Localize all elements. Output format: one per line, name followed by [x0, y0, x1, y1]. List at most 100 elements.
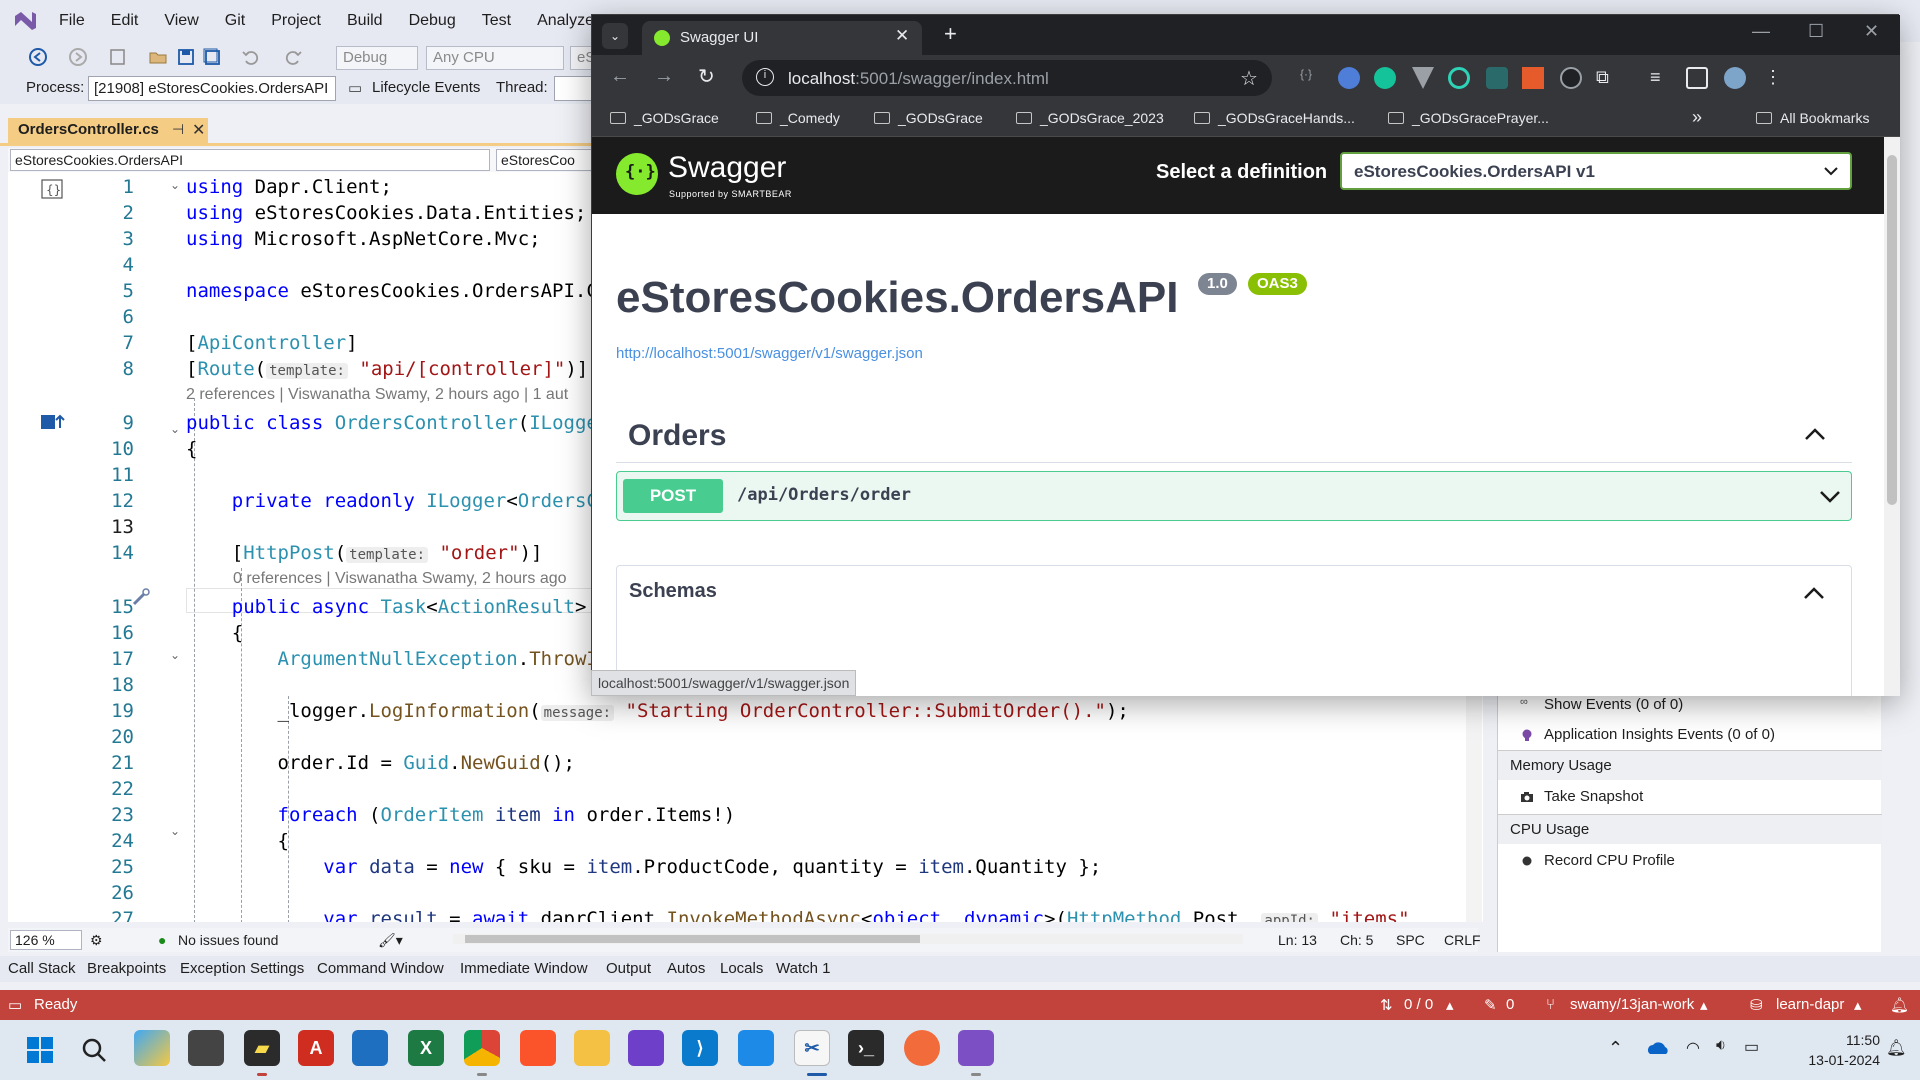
- postman-app-icon[interactable]: [904, 1030, 940, 1066]
- github-desktop-app-icon[interactable]: [628, 1030, 664, 1066]
- visual-studio-app-icon[interactable]: [958, 1030, 994, 1066]
- chevron-up-icon[interactable]: ▴: [1854, 996, 1862, 1014]
- code-lens[interactable]: 0 references | Viswanatha Swamy, 2 hours…: [233, 570, 567, 588]
- save-icon[interactable]: [176, 47, 196, 67]
- editor-tab-orderscontroller[interactable]: OrdersController.cs ⊣ ✕: [8, 118, 208, 143]
- menu-edit[interactable]: Edit: [98, 12, 152, 30]
- lifecycle-events-icon[interactable]: ▭: [348, 79, 362, 97]
- excel-app-icon[interactable]: X: [408, 1030, 444, 1066]
- media-controls-icon[interactable]: ≡: [1650, 67, 1672, 89]
- no-issues-icon[interactable]: ●: [158, 932, 166, 948]
- code-line[interactable]: using eStoresCookies.Data.Entities;: [186, 202, 586, 224]
- chevron-up-icon[interactable]: ▴: [1446, 996, 1454, 1014]
- fold-toggle[interactable]: ⌄: [170, 824, 180, 838]
- tab-immediate-window[interactable]: Immediate Window: [460, 960, 588, 977]
- tag-section-orders[interactable]: Orders: [616, 407, 1852, 463]
- code-line[interactable]: foreach (OrderItem item in order.Items!): [186, 804, 736, 826]
- menu-test[interactable]: Test: [469, 12, 524, 30]
- pending-edits-count[interactable]: 0: [1506, 996, 1514, 1013]
- platform-dropdown[interactable]: Any CPU: [426, 46, 564, 70]
- repository-icon[interactable]: ⛁: [1750, 996, 1763, 1014]
- more-bookmarks-icon[interactable]: »: [1692, 107, 1702, 128]
- git-sync-icon[interactable]: ⇅: [1380, 996, 1393, 1014]
- onedrive-icon[interactable]: [1646, 1040, 1670, 1056]
- git-updown-count[interactable]: 0 / 0: [1404, 996, 1433, 1013]
- menu-file[interactable]: File: [46, 12, 98, 30]
- swagger-logo-icon[interactable]: {·}: [616, 153, 658, 195]
- extension-blue-icon[interactable]: [1338, 67, 1360, 89]
- whitespace-indicator[interactable]: SPC: [1396, 932, 1425, 948]
- site-info-icon[interactable]: i: [756, 68, 774, 86]
- snipping-tool-app-icon[interactable]: ✂: [794, 1030, 830, 1066]
- address-bar[interactable]: i localhost:5001/swagger/index.html ☆: [742, 60, 1272, 96]
- extension-json-icon[interactable]: {·}: [1300, 67, 1322, 89]
- back-arrow-icon[interactable]: ←: [610, 65, 630, 88]
- branch-icon[interactable]: ⑂: [1546, 996, 1555, 1013]
- menu-git[interactable]: Git: [212, 12, 258, 30]
- undo-icon[interactable]: [240, 47, 260, 67]
- forward-icon[interactable]: [68, 47, 88, 67]
- vscode-app-icon[interactable]: ⟩: [682, 1030, 718, 1066]
- file-explorer-app-icon[interactable]: [574, 1030, 610, 1066]
- menu-build[interactable]: Build: [334, 12, 396, 30]
- minimize-window-icon[interactable]: —: [1752, 21, 1770, 42]
- code-line[interactable]: var data = new { sku = item.ProductCode,…: [186, 856, 1101, 878]
- fold-toggle[interactable]: ⌄: [170, 178, 180, 192]
- process-dropdown[interactable]: [21908] eStoresCookies.OrdersAPI: [88, 76, 336, 101]
- editor-horizontal-scrollbar[interactable]: [453, 934, 1243, 944]
- code-lens[interactable]: 2 references | Viswanatha Swamy, 2 hours…: [186, 386, 568, 404]
- operation-post-order[interactable]: POST /api/Orders/order: [616, 471, 1852, 521]
- chevron-up-icon[interactable]: ▴: [1700, 996, 1708, 1014]
- swagger-json-link[interactable]: http://localhost:5001/swagger/v1/swagger…: [616, 345, 923, 362]
- bookmark-folder[interactable]: _GODsGracePrayer...: [1388, 110, 1549, 126]
- test-indicator-icon[interactable]: [40, 412, 66, 432]
- bookmark-folder[interactable]: _Comedy: [756, 110, 840, 126]
- terminal-app-icon[interactable]: ›_: [848, 1030, 884, 1066]
- maximize-window-icon[interactable]: ☐: [1808, 21, 1824, 42]
- back-icon[interactable]: [28, 47, 48, 67]
- tab-command-window[interactable]: Command Window: [317, 960, 444, 977]
- notifications-bell-icon[interactable]: 🔔︎: [1886, 1038, 1906, 1058]
- menu-view[interactable]: View: [151, 12, 211, 30]
- close-window-icon[interactable]: ✕: [1864, 21, 1879, 42]
- tab-breakpoints[interactable]: Breakpoints: [87, 960, 166, 977]
- project-scope-dropdown[interactable]: eStoresCookies.OrdersAPI: [10, 149, 490, 171]
- extensions-puzzle-icon[interactable]: ⧉: [1596, 67, 1618, 89]
- configuration-dropdown[interactable]: Debug: [336, 46, 418, 70]
- code-line[interactable]: [HttpPost(template: "order")]: [186, 542, 543, 564]
- pin-tab-icon[interactable]: ⊣: [172, 121, 184, 138]
- output-status-icon[interactable]: ▭: [8, 996, 22, 1014]
- bookmark-folder[interactable]: _GODsGrace_2023: [1016, 110, 1164, 126]
- all-bookmarks-folder[interactable]: All Bookmarks: [1756, 110, 1869, 126]
- docker-app-icon[interactable]: [738, 1030, 774, 1066]
- browser-tab-swagger[interactable]: Swagger UI ✕: [642, 21, 922, 55]
- code-line[interactable]: order.Id = Guid.NewGuid();: [186, 752, 575, 774]
- extension-dark-icon[interactable]: [1560, 67, 1582, 89]
- extension-target-icon[interactable]: [1448, 67, 1470, 89]
- chevron-up-icon[interactable]: ⌃: [1608, 1038, 1623, 1059]
- bookmark-folder[interactable]: _GODsGraceHands...: [1194, 110, 1355, 126]
- chrome-app-icon[interactable]: [464, 1030, 500, 1066]
- code-line[interactable]: {: [186, 438, 197, 460]
- tab-watch-1[interactable]: Watch 1: [776, 960, 830, 977]
- photos-app-icon[interactable]: [352, 1030, 388, 1066]
- tab-exception-settings[interactable]: Exception Settings: [180, 960, 304, 977]
- line-indicator[interactable]: Ln: 13: [1278, 932, 1317, 948]
- wifi-icon[interactable]: ◠: [1686, 1038, 1700, 1058]
- fold-toggle[interactable]: ⌄: [170, 648, 180, 662]
- code-line[interactable]: _logger.LogInformation(message: "Startin…: [186, 700, 1129, 722]
- code-line[interactable]: var result = await daprClient.InvokeMeth…: [186, 908, 1410, 922]
- grammarly-extension-icon[interactable]: [1374, 67, 1396, 89]
- save-all-icon[interactable]: [202, 47, 222, 67]
- reload-icon[interactable]: ↻: [698, 64, 715, 89]
- brave-app-icon[interactable]: [520, 1030, 556, 1066]
- task-view-icon[interactable]: [188, 1030, 224, 1066]
- swagger-logo-text[interactable]: Swagger: [668, 151, 786, 185]
- page-scrollbar[interactable]: [1884, 137, 1900, 696]
- cleanup-brush-icon[interactable]: 🖌▾: [378, 932, 403, 949]
- bookmark-folder[interactable]: _GODsGrace: [874, 110, 983, 126]
- scrollbar-thumb[interactable]: [1887, 155, 1897, 505]
- code-line[interactable]: [ApiController]: [186, 332, 358, 354]
- chevron-up-icon[interactable]: [1803, 586, 1825, 600]
- side-panel-icon[interactable]: [1686, 67, 1708, 89]
